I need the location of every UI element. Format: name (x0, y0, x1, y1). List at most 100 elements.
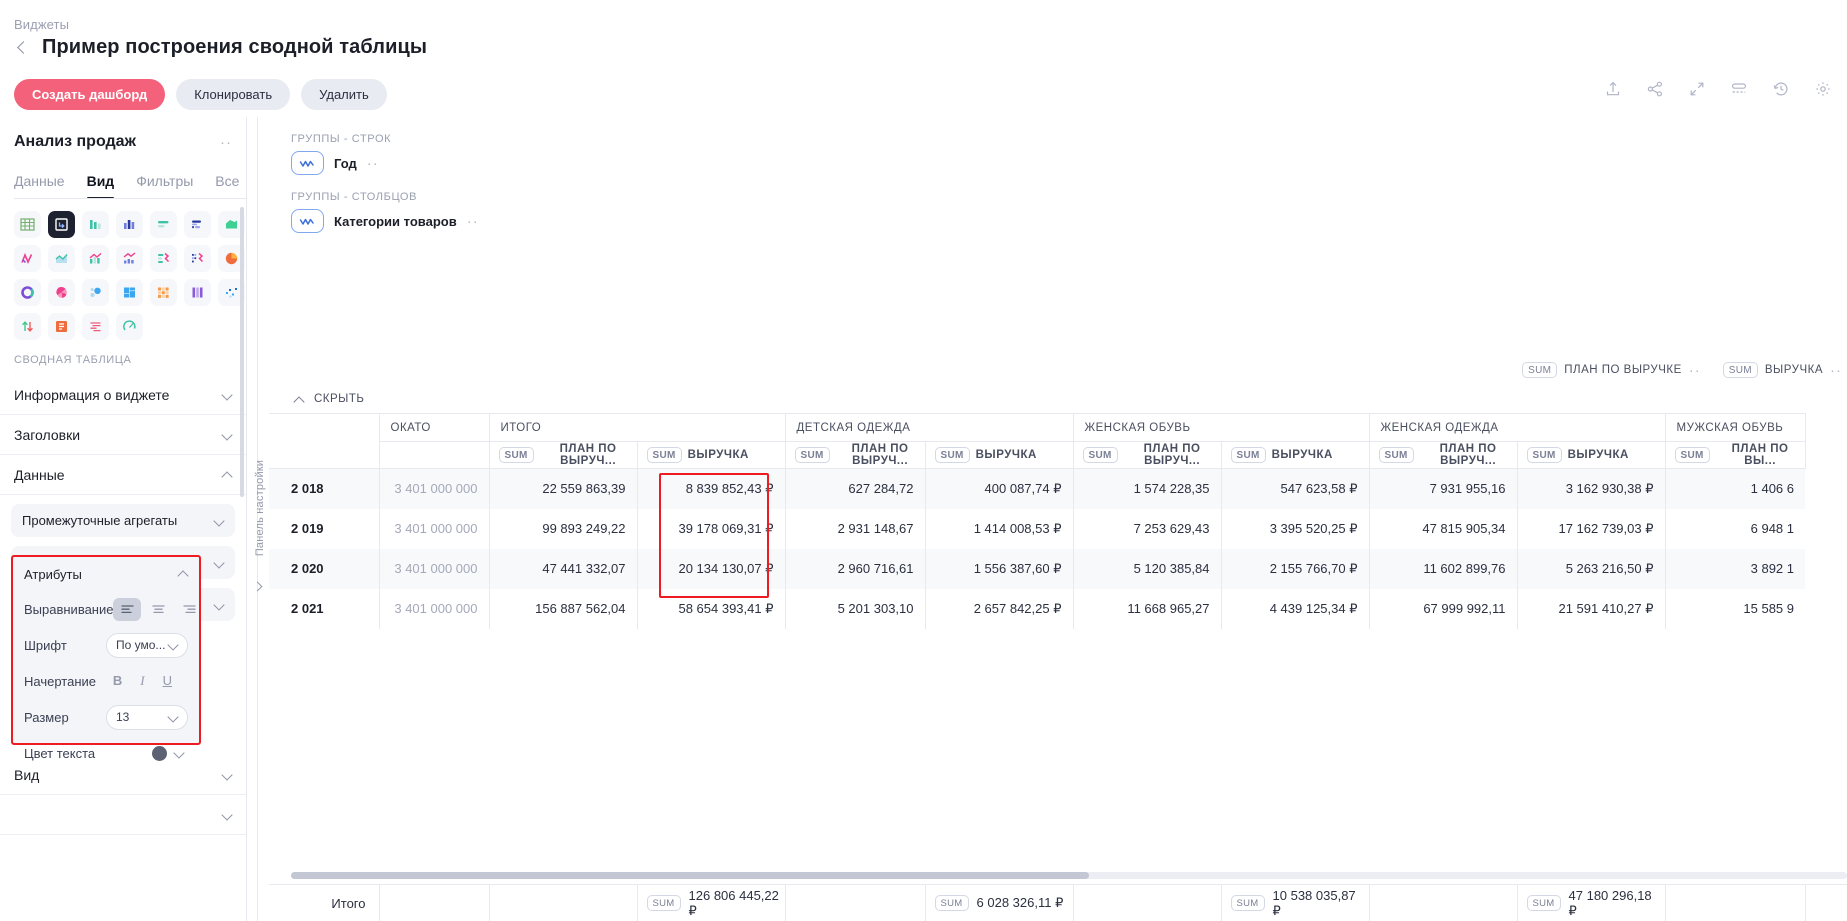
measure-header[interactable]: SUM ПЛАН ПО ВЫ... (1665, 441, 1806, 469)
measure-header[interactable]: SUM ПЛАН ПО ВЫРУЧ... (785, 441, 926, 469)
header-group-kids-clothing[interactable]: ДЕТСКАЯ ОДЕЖДА (785, 413, 1074, 442)
sidebar-section-headers[interactable]: Заголовки (0, 415, 246, 455)
history-icon[interactable] (1771, 79, 1791, 99)
measure-more-icon[interactable]: ·· (1830, 363, 1842, 378)
row-year: 2 020 (269, 548, 380, 589)
hide-toggle[interactable]: СКРЫТЬ (294, 393, 364, 405)
row-year: 2 019 (269, 508, 380, 549)
donut-chart-icon[interactable] (14, 279, 41, 306)
sidebar-section-extra[interactable] (0, 795, 246, 835)
table-row[interactable]: 2 019 3 401 000 000 99 893 249,22 39 178… (269, 508, 1805, 549)
heatmap-icon[interactable] (150, 279, 177, 306)
sidebar-section-widget-info[interactable]: Информация о виджете (0, 375, 246, 415)
dot-waterfall-icon[interactable] (184, 245, 211, 272)
table-row[interactable]: 2 021 3 401 000 000 156 887 562,04 58 65… (269, 588, 1805, 629)
aggregate-tag: SUM (794, 447, 830, 463)
attributes-header[interactable]: Атрибуты (13, 557, 199, 591)
bold-icon[interactable]: B (113, 673, 122, 689)
updown-indicator-icon[interactable] (14, 313, 41, 340)
header-group-womens-clothing[interactable]: ЖЕНСКАЯ ОДЕЖДА (1369, 413, 1666, 442)
font-select[interactable]: По умо... (106, 632, 188, 658)
hbar-grouped-icon[interactable] (184, 211, 211, 238)
align-right-icon[interactable] (175, 598, 203, 621)
measure-chip-plan[interactable]: SUM ПЛАН ПО ВЫРУЧКЕ ·· (1522, 362, 1701, 378)
table-row[interactable]: 2 018 3 401 000 000 22 559 863,39 8 839 … (269, 468, 1805, 509)
measure-header[interactable]: SUM ПЛАН ПО ВЫРУЧ... (489, 441, 638, 469)
combo-chart-icon[interactable] (82, 245, 109, 272)
col-group-field-label[interactable]: Категории товаров (334, 214, 457, 229)
measure-header[interactable]: SUM ВЫРУЧКА (637, 441, 786, 469)
header-group-mens-shoes[interactable]: МУЖСКАЯ ОБУВЬ (1665, 413, 1806, 442)
measure-header[interactable]: SUM ВЫРУЧКА (925, 441, 1074, 469)
col-group-more-icon[interactable]: ·· (467, 214, 479, 229)
row-group-more-icon[interactable]: ·· (367, 156, 379, 171)
gauge-chart-icon[interactable] (116, 313, 143, 340)
measure-chip-revenue[interactable]: SUM ВЫРУЧКА ·· (1722, 362, 1842, 378)
sidebar-section-data[interactable]: Данные (0, 455, 246, 495)
tab-all[interactable]: Все (215, 173, 239, 199)
header-okato[interactable]: ОКАТО (379, 413, 490, 442)
cell-value: 5 120 385,84 (1073, 548, 1222, 589)
bar-chart-icon[interactable] (116, 211, 143, 238)
settings-panel-label[interactable]: Панель настройки (254, 449, 266, 567)
size-select[interactable]: 13 (106, 704, 188, 730)
align-left-icon[interactable] (113, 597, 142, 621)
table-chart-icon[interactable] (14, 211, 41, 238)
header-group-total[interactable]: ИТОГО (489, 413, 786, 442)
italic-icon[interactable]: I (140, 673, 144, 689)
measure-label: ВЫРУЧКА (687, 449, 749, 461)
line-area-icon[interactable] (48, 245, 75, 272)
header-group-womens-shoes[interactable]: ЖЕНСКАЯ ОБУВЬ (1073, 413, 1370, 442)
delete-button[interactable]: Удалить (301, 79, 387, 110)
dimension-wave-icon[interactable] (291, 151, 324, 175)
dimension-wave-icon[interactable] (291, 209, 324, 233)
horizontal-scrollbar-track[interactable] (291, 872, 1847, 879)
aggregate-tag: SUM (934, 895, 969, 911)
measure-label: ПЛАН ПО ВЫРУЧ... (1439, 443, 1497, 467)
hbar-chart-icon[interactable] (150, 211, 177, 238)
cell-value: 20 134 130,07 ₽ (637, 548, 786, 589)
line-chart-icon[interactable] (14, 245, 41, 272)
align-center-icon[interactable] (144, 598, 172, 621)
horizontal-scrollbar-thumb[interactable] (291, 872, 1089, 879)
table-row[interactable]: 2 020 3 401 000 000 47 441 332,07 20 134… (269, 548, 1805, 589)
row-group-field-label[interactable]: Год (334, 156, 357, 171)
measure-header[interactable]: SUM ПЛАН ПО ВЫРУЧ... (1369, 441, 1518, 469)
measure-header[interactable]: SUM ПЛАН ПО ВЫРУЧ... (1073, 441, 1222, 469)
underline-icon[interactable]: U (163, 673, 172, 689)
funnel-chart-icon[interactable] (184, 279, 211, 306)
gear-icon[interactable] (1813, 79, 1833, 99)
cell-value: 4 439 125,34 ₽ (1221, 588, 1370, 629)
sidebar-more-icon[interactable]: ·· (220, 135, 232, 150)
clone-button[interactable]: Клонировать (176, 79, 291, 110)
create-dashboard-button[interactable]: Создать дашборд (14, 79, 166, 110)
fullscreen-icon[interactable] (1687, 79, 1707, 99)
bubble-chart-icon[interactable] (82, 279, 109, 306)
measure-header[interactable]: SUM ВЫРУЧКА (1517, 441, 1666, 469)
settings-panel-collapse-strip[interactable]: Панель настройки (247, 117, 269, 921)
tab-filters[interactable]: Фильтры (136, 173, 193, 199)
measure-more-icon[interactable]: ·· (1689, 363, 1701, 378)
measure-header[interactable]: SUM ВЫРУЧКА (1221, 441, 1370, 469)
html-widget-icon[interactable] (48, 313, 75, 340)
rose-chart-icon[interactable] (48, 279, 75, 306)
share-icon[interactable] (1645, 79, 1665, 99)
pivot-table-icon[interactable] (48, 211, 75, 238)
waterfall-icon[interactable] (150, 245, 177, 272)
sidebar-scrollbar[interactable] (240, 207, 244, 497)
sidebar-section-view[interactable]: Вид (0, 755, 246, 795)
upload-icon[interactable] (1603, 79, 1623, 99)
subsection-intermediate-aggregates[interactable]: Промежуточные агрегаты (11, 504, 235, 537)
chevron-right-icon[interactable] (254, 583, 263, 592)
tab-view[interactable]: Вид (86, 173, 114, 199)
back-arrow-icon[interactable] (14, 40, 30, 56)
pivot-table-scroll[interactable]: ОКАТО ИТОГО ДЕТСКАЯ ОДЕЖДА ЖЕНСКАЯ ОБУВЬ… (269, 413, 1847, 921)
column-chart-icon[interactable] (82, 211, 109, 238)
treemap-icon[interactable] (116, 279, 143, 306)
layout-icon[interactable] (1729, 79, 1749, 99)
tab-data[interactable]: Данные (14, 173, 65, 199)
combo-bar-line-icon[interactable] (116, 245, 143, 272)
aggregate-tag: SUM (1082, 447, 1118, 463)
text-widget-icon[interactable] (82, 313, 109, 340)
breadcrumb[interactable]: Виджеты (14, 17, 69, 32)
